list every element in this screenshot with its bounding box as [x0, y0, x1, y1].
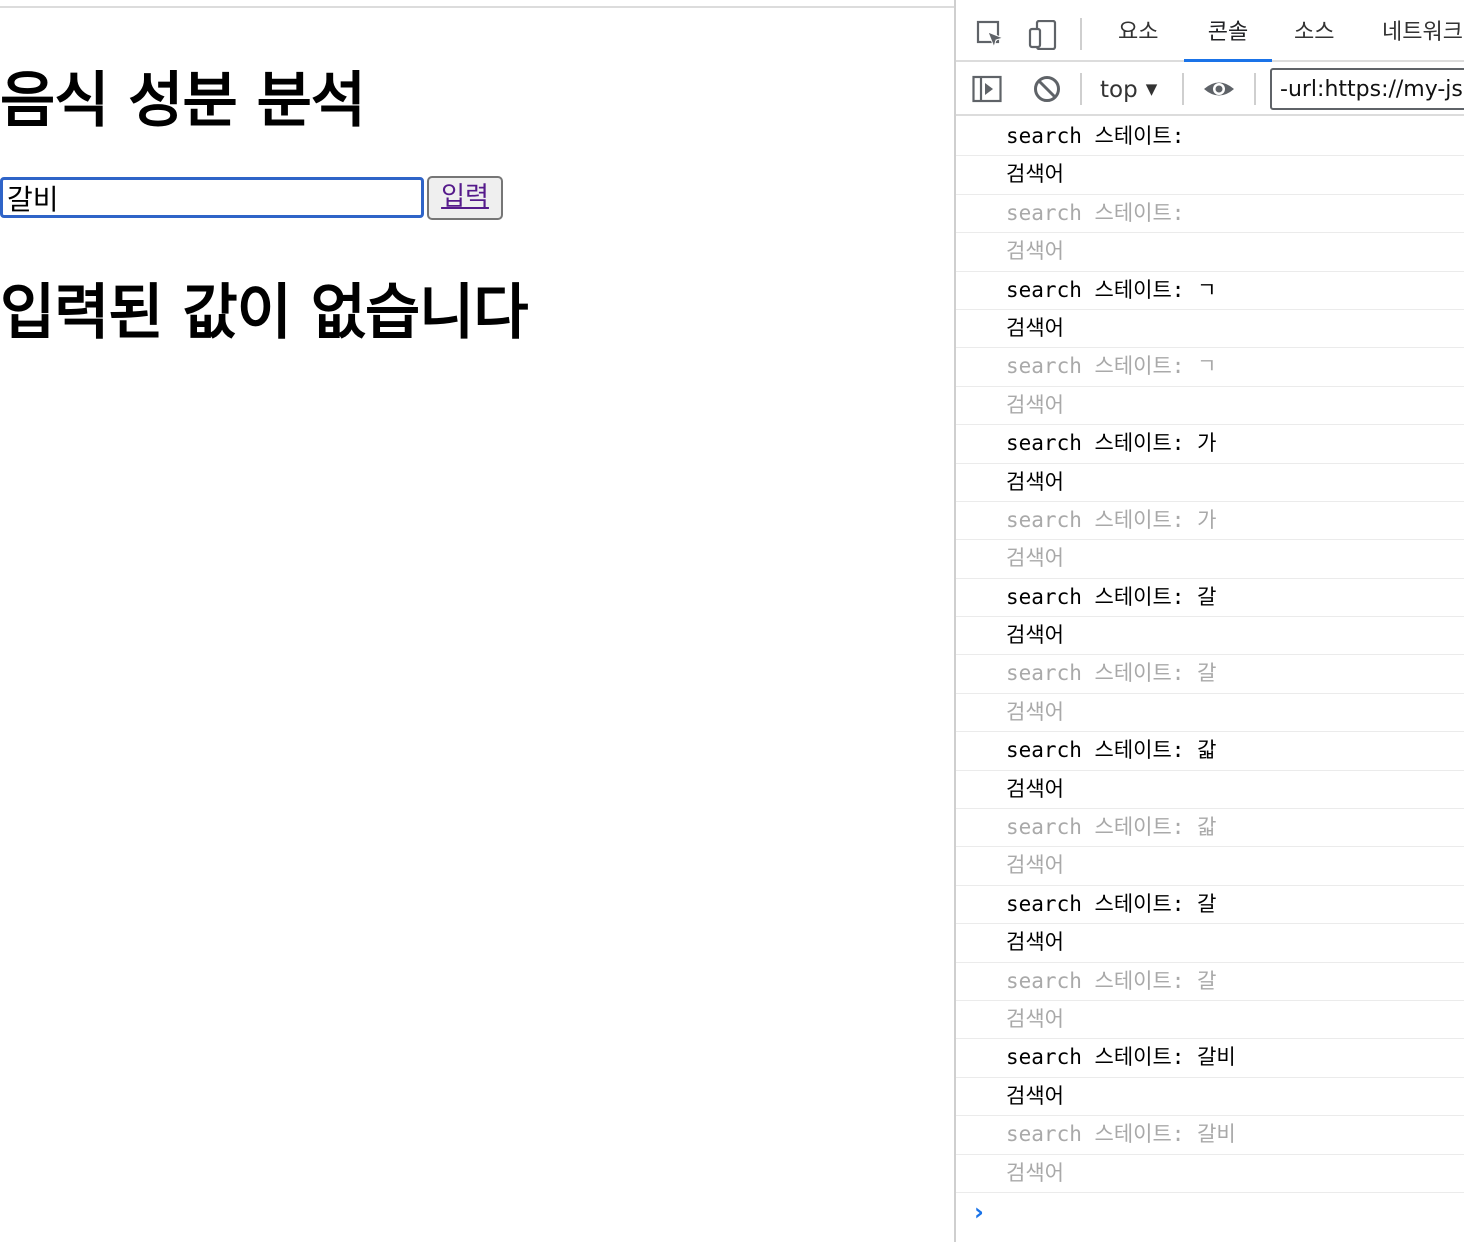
tab-console[interactable]: 콘솔 — [1184, 6, 1272, 62]
toolbar-separator — [1080, 73, 1082, 105]
console-log-row: search 스테이트: 갈 — [956, 963, 1464, 1001]
console-log-row: search 스테이트: 갋 — [956, 732, 1464, 771]
toolbar-separator — [1080, 18, 1082, 50]
context-value: top — [1100, 77, 1138, 103]
console-log-row: search 스테이트: 갋 — [956, 809, 1464, 848]
search-input[interactable] — [0, 177, 424, 218]
console-log-row: search 스테이트: 갈 — [956, 579, 1464, 618]
tab-elements[interactable]: 요소 — [1118, 6, 1158, 62]
result-message: 입력된 값이 없습니다 — [0, 278, 529, 348]
console-log-row: search 스테이트: 가 — [956, 502, 1464, 541]
devtools-panel: 요소 콘솔 소스 네트워크 top▼ search 스테이트: 검색어searc… — [954, 0, 1464, 1242]
console-log-row: search 스테이트: — [956, 195, 1464, 234]
tab-sources[interactable]: 소스 — [1294, 6, 1334, 62]
clear-console-icon[interactable] — [1032, 74, 1062, 104]
context-selector[interactable]: top ▼ — [1100, 72, 1157, 106]
device-toggle-icon[interactable] — [1028, 20, 1058, 50]
console-log-row: 검색어 — [956, 156, 1464, 195]
toolbar-separator — [1182, 73, 1184, 105]
dropdown-arrow-icon: ▼ — [1145, 80, 1158, 98]
toolbar-separator — [1254, 73, 1256, 105]
console-log-row: 검색어 — [956, 771, 1464, 810]
console-messages: search 스테이트: 검색어 search 스테이트: 검색어 search 스… — [956, 118, 1464, 1193]
console-prompt[interactable]: › — [956, 1192, 1464, 1232]
console-log-row: search 스테이트: 갈 — [956, 886, 1464, 925]
console-log-row: 검색어 — [956, 694, 1464, 733]
console-log-row: 검색어 — [956, 617, 1464, 656]
page-content: 음식 성분 분석 입력 입력된 값이 없습니다 — [0, 0, 954, 1242]
console-log-row: search 스테이트: 갈비 — [956, 1039, 1464, 1078]
devtools-tabbar: 요소 콘솔 소스 네트워크 — [956, 6, 1464, 62]
console-log-row: 검색어 — [956, 464, 1464, 502]
inspect-icon[interactable] — [976, 20, 1006, 50]
submit-button[interactable]: 입력 — [427, 176, 503, 220]
console-toolbar: top ▼ — [956, 62, 1464, 116]
console-log-row: 검색어 — [956, 387, 1464, 426]
sidebar-toggle-icon[interactable] — [972, 74, 1002, 104]
console-log-row: search 스테이트: ㄱ — [956, 348, 1464, 387]
console-log-row: 검색어 — [956, 233, 1464, 272]
console-log-row: 검색어 — [956, 1155, 1464, 1193]
console-log-row: search 스테이트: 갈비 — [956, 1116, 1464, 1155]
console-filter-input[interactable] — [1270, 68, 1464, 110]
page-title: 음식 성분 분석 — [0, 66, 366, 136]
console-log-row: search 스테이트: ㄱ — [956, 272, 1464, 310]
console-log-row: 검색어 — [956, 847, 1464, 886]
console-log-row: 검색어 — [956, 1001, 1464, 1040]
console-log-row: 검색어 — [956, 924, 1464, 963]
prompt-chevron-icon: › — [974, 1198, 984, 1226]
console-log-row: 검색어 — [956, 1078, 1464, 1117]
console-log-row: search 스테이트: 갈 — [956, 655, 1464, 694]
console-log-row: 검색어 — [956, 310, 1464, 349]
console-log-row: search 스테이트: — [956, 118, 1464, 157]
console-log-row: 검색어 — [956, 540, 1464, 579]
console-log-row: search 스테이트: 가 — [956, 425, 1464, 464]
eye-icon[interactable] — [1202, 74, 1236, 104]
tab-network[interactable]: 네트워크 — [1382, 6, 1463, 62]
